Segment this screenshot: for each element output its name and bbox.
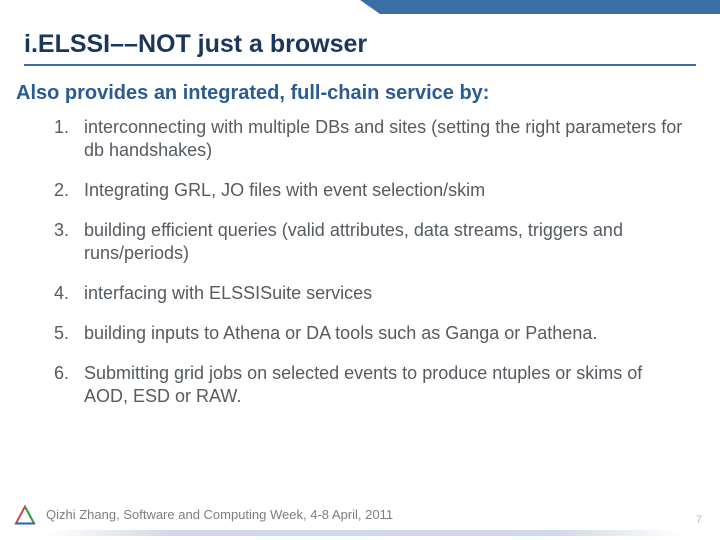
footer-accent-bar [44, 530, 684, 536]
title-underline [24, 64, 696, 66]
slide-subtitle: Also provides an integrated, full-chain … [16, 82, 489, 105]
footer-text: Qizhi Zhang, Software and Computing Week… [46, 507, 393, 522]
header-accent-bar [380, 0, 720, 14]
list-item: building efficient queries (valid attrib… [54, 219, 684, 265]
list-item: interfacing with ELSSISuite services [54, 282, 684, 305]
page-number: 7 [696, 514, 702, 526]
list-item: Integrating GRL, JO files with event sel… [54, 179, 684, 202]
list-item: interconnecting with multiple DBs and si… [54, 116, 684, 162]
bullet-list: interconnecting with multiple DBs and si… [54, 116, 684, 425]
logo-icon [12, 504, 38, 530]
slide-title: i.ELSSI––NOT just a browser [24, 30, 367, 59]
slide: i.ELSSI––NOT just a browser Also provide… [0, 0, 720, 540]
list-item: building inputs to Athena or DA tools su… [54, 322, 684, 345]
list-item: Submitting grid jobs on selected events … [54, 362, 684, 408]
